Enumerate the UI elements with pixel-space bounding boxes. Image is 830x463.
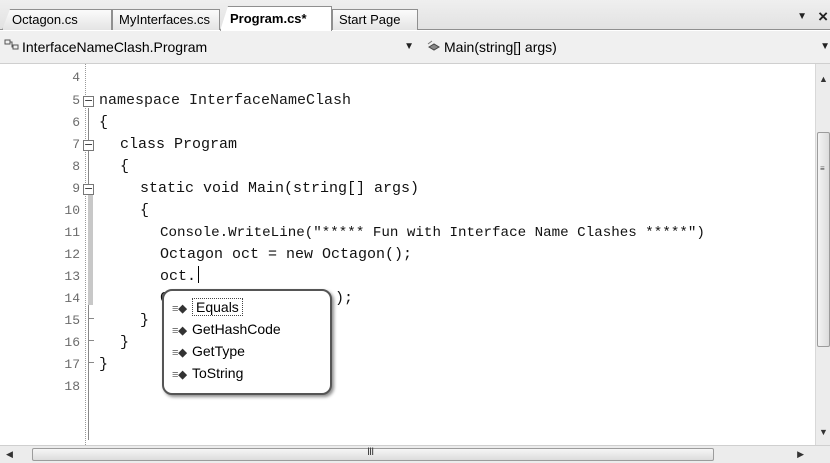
tab-octagon-cs[interactable]: Octagon.cs bbox=[2, 9, 112, 30]
scroll-right-icon[interactable]: ▶ bbox=[797, 449, 804, 460]
class-icon bbox=[4, 37, 22, 59]
document-tab-strip: Octagon.cs MyInterfaces.cs Program.cs* S… bbox=[0, 0, 830, 31]
code-text: } bbox=[120, 334, 130, 351]
code-line: 18 bbox=[0, 376, 815, 398]
code-text: oct. bbox=[160, 268, 197, 285]
tab-myinterfaces-cs[interactable]: MyInterfaces.cs bbox=[112, 9, 220, 30]
member-selector-value: Main(string[] args) bbox=[444, 39, 557, 55]
code-text: { bbox=[120, 158, 130, 175]
horizontal-scroll-thumb[interactable]: III bbox=[32, 446, 714, 461]
type-selector-value: InterfaceNameClash.Program bbox=[22, 39, 208, 55]
completion-item-equals[interactable]: ≡◆ Equals bbox=[172, 297, 330, 319]
code-line: 5 namespace InterfaceNameClash bbox=[0, 90, 815, 112]
code-line: 4 bbox=[0, 67, 815, 89]
completion-item-tostring[interactable]: ≡◆ ToString bbox=[172, 363, 330, 385]
navigation-bar: InterfaceNameClash.Program ▼ Main(string… bbox=[0, 31, 830, 64]
text-caret bbox=[198, 266, 200, 283]
code-text: Octagon oct = new Octagon(); bbox=[160, 246, 413, 263]
code-line: 8 { bbox=[0, 156, 815, 178]
line-number: 16 bbox=[64, 335, 80, 350]
scroll-grip-icon: III bbox=[367, 446, 374, 458]
member-selector[interactable]: Main(string[] args) ▼ bbox=[426, 36, 830, 58]
code-editor[interactable]: − − − 4 5 namespace InterfaceNameClash 6… bbox=[0, 64, 815, 445]
vertical-scrollbar[interactable]: ▲ ≡ ▼ bbox=[815, 64, 830, 445]
code-text: } bbox=[99, 356, 109, 373]
code-text: { bbox=[99, 114, 109, 131]
completion-item-gettype[interactable]: ≡◆ GetType bbox=[172, 341, 330, 363]
code-line: 9 static void Main(string[] args) bbox=[0, 178, 815, 200]
code-text: namespace InterfaceNameClash bbox=[99, 92, 352, 109]
method-icon: ≡◆ bbox=[172, 303, 187, 315]
completion-item-label: GetType bbox=[192, 343, 245, 359]
scroll-grip-icon: ≡ bbox=[820, 164, 825, 173]
chevron-down-icon[interactable]: ▼ bbox=[820, 36, 830, 58]
completion-item-gethashcode[interactable]: ≡◆ GetHashCode bbox=[172, 319, 330, 341]
code-text: } bbox=[140, 312, 150, 329]
chevron-down-icon[interactable]: ▼ bbox=[404, 36, 414, 58]
line-number: 8 bbox=[72, 159, 80, 174]
completion-item-label: GetHashCode bbox=[192, 321, 281, 337]
code-line: 10 { bbox=[0, 200, 815, 222]
code-text: Console.WriteLine("***** Fun with Interf… bbox=[160, 225, 705, 241]
method-icon: ≡◆ bbox=[172, 325, 187, 337]
horizontal-scrollbar[interactable]: ◀ III ▶ bbox=[0, 445, 830, 463]
code-text: class Program bbox=[120, 136, 238, 153]
line-number: 18 bbox=[64, 379, 80, 394]
code-line: 11 Console.WriteLine("***** Fun with Int… bbox=[0, 222, 815, 244]
code-line: 17 } bbox=[0, 354, 815, 376]
line-number: 12 bbox=[64, 247, 80, 262]
method-icon: ≡◆ bbox=[172, 369, 187, 381]
intellisense-completion-list: ≡◆ Equals ≡◆ GetHashCode ≡◆ GetType ≡◆ ToStr… bbox=[162, 289, 332, 395]
line-number: 5 bbox=[72, 93, 80, 108]
code-line: 7 class Program bbox=[0, 134, 815, 156]
code-line: 13 oct. bbox=[0, 266, 815, 288]
line-number: 15 bbox=[64, 313, 80, 328]
line-number: 11 bbox=[64, 225, 80, 240]
close-icon[interactable]: × bbox=[818, 7, 828, 27]
code-line: 14 C ); bbox=[0, 288, 815, 310]
code-line: 15 } bbox=[0, 310, 815, 332]
code-text-with-caret: oct. bbox=[160, 266, 200, 288]
line-number: 10 bbox=[64, 203, 80, 218]
code-line: 12 Octagon oct = new Octagon(); bbox=[0, 244, 815, 266]
completion-item-label: ToString bbox=[192, 365, 244, 381]
line-number: 6 bbox=[72, 115, 80, 130]
method-icon: ≡◆ bbox=[172, 347, 187, 359]
code-line: 16 } bbox=[0, 332, 815, 354]
tab-start-page[interactable]: Start Page bbox=[332, 9, 418, 30]
scroll-down-icon[interactable]: ▼ bbox=[819, 427, 828, 437]
scroll-up-icon[interactable]: ▲ bbox=[819, 74, 828, 84]
line-number: 4 bbox=[72, 70, 80, 85]
type-selector[interactable]: InterfaceNameClash.Program ▼ bbox=[4, 36, 416, 58]
code-text-tail: ); bbox=[335, 290, 354, 307]
code-text: static void Main(string[] args) bbox=[140, 180, 420, 197]
line-number: 13 bbox=[64, 269, 80, 284]
dropdown-arrow-icon[interactable]: ▼ bbox=[797, 11, 807, 22]
code-text: { bbox=[140, 202, 150, 219]
code-line: 6 { bbox=[0, 112, 815, 134]
line-number: 9 bbox=[72, 181, 80, 196]
completion-item-label: Equals bbox=[192, 298, 243, 316]
line-number: 7 bbox=[72, 137, 80, 152]
scroll-left-icon[interactable]: ◀ bbox=[6, 449, 13, 460]
line-number: 17 bbox=[64, 357, 80, 372]
method-icon bbox=[426, 37, 444, 59]
tab-program-cs[interactable]: Program.cs* bbox=[220, 6, 332, 31]
line-number: 14 bbox=[64, 291, 80, 306]
